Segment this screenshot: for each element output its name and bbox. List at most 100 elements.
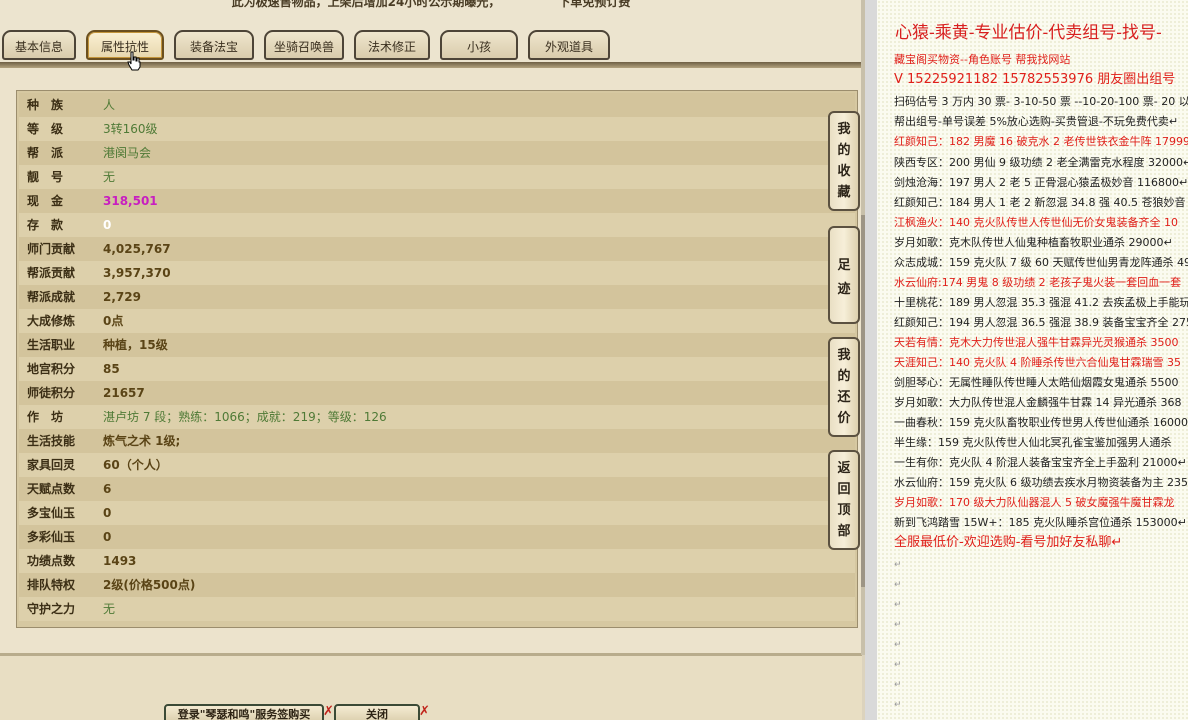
my-favorites-button[interactable]: 我的收藏 [828,111,860,211]
document-title: 心猿-乘黄-专业估价-代卖组号-找号- [895,23,1162,43]
table-row: 守护之力 无 [19,597,855,621]
paragraph-mark: ↵ [894,620,902,630]
row-value: 21657 [103,386,145,400]
row-label: 现 金 [27,194,64,208]
row-label: 帮 派 [27,146,64,160]
doc-line: 天若有情：克木大力传世混人强牛甘霖异光灵猴通杀 3500 [894,336,1179,349]
table-row: 作 坊 湛卢坊 7 段；熟练：1066；成就：219；等级：126 [19,405,855,429]
game-panel: 此为极速售物品，上架后增加24小时公示期曝光， 下单免预订费 基本信息 属性抗性 … [0,0,862,720]
row-value: 无 [103,602,116,616]
table-row: 现 金 318,501 [19,189,855,213]
tab-mount-summon[interactable]: 坐骑召唤兽 [264,30,344,60]
paragraph-mark: ↵ [894,640,902,650]
doc-line: 红颜知己：182 男魔 16 破克水 2 老传世铁衣金牛阵 17999↵ [894,135,1188,148]
register-service-button[interactable]: 登录"琴瑟和鸣"服务签购买 [164,704,324,720]
row-value: 0 [103,218,112,232]
row-value: 种植，15级 [103,338,168,352]
paragraph-mark: ↵ [894,600,902,610]
footprint-button[interactable]: 足迹 [828,226,860,324]
row-value: 4,025,767 [103,242,171,256]
top-notice-text: 此为极速售物品，上架后增加24小时公示期曝光， [231,0,501,9]
table-row: 师徒积分 21657 [19,381,855,405]
table-row: 生活技能 炼气之术 1级; [19,429,855,453]
back-to-top-label: 返回顶部 [837,461,851,539]
row-label: 多宝仙玉 [27,506,76,520]
doc-line: 半生缘：159 克火队传世人仙北冥孔雀宝鉴加强男人通杀 [894,436,1172,449]
table-row: 多宝仙玉 0 [19,501,855,525]
row-label: 守护之力 [27,602,76,616]
doc-line: 天涯知己：140 克火队 4 阶睡杀传世六合仙鬼甘霖瑞雪 35 [894,356,1181,369]
row-label: 等 级 [27,122,64,136]
table-row: 多彩仙玉 0 [19,525,855,549]
close-x-icon: ✗ [323,704,334,719]
doc-line: V 15225921182 15782553976 朋友圈出组号 [894,72,1176,87]
row-label: 排队特权 [27,578,76,592]
doc-line: 一曲春秋：159 克火队畜牧职业传世男人传世仙通杀 16000 [894,416,1188,429]
row-value: 无 [103,170,116,184]
row-label: 作 坊 [27,410,64,424]
window-gap [865,0,877,720]
row-value: 6 [103,482,112,496]
row-label: 帮派成就 [27,290,76,304]
row-label: 地宫积分 [27,362,76,376]
table-row: 家具回灵 60（个人） [19,453,855,477]
tab-basic-info[interactable]: 基本信息 [2,30,76,60]
paragraph-mark: ↵ [894,680,902,690]
doc-line: 水云仙府:174 男鬼 8 级功绩 2 老孩子鬼火装一套回血一套 [894,276,1182,289]
table-row: 天赋点数 6 [19,477,855,501]
row-label: 靓 号 [27,170,64,184]
row-value: 炼气之术 1级; [103,434,181,448]
row-label: 家具回灵 [27,458,76,472]
basic-info-table: 种 族 人 等 级 3转160级 帮 派 港阕马会 靓 号 无 现 金 318,… [16,90,858,628]
row-label: 种 族 [27,98,64,112]
row-value: 0点 [103,314,124,328]
doc-line: 岁月如歌：大力队传世混人金麟强牛甘霖 14 异光通杀 368 [894,396,1182,409]
paragraph-mark: ↵ [894,660,902,670]
doc-line: 红颜知己：184 男人 1 老 2 新忽混 34.8 强 40.5 苍狼妙音 2… [894,196,1188,209]
row-label: 师门贡献 [27,242,76,256]
close-button[interactable]: 关闭 [334,704,420,720]
top-notice: 此为极速售物品，上架后增加24小时公示期曝光， 下单免预订费 [0,0,862,9]
doc-line: 新到飞鸿踏雪 15W+：185 克火队睡杀宫位通杀 153000↵ [894,516,1187,529]
table-row: 师门贡献 4,025,767 [19,237,855,261]
tab-appearance-items[interactable]: 外观道具 [528,30,610,60]
tab-equipment-treasure[interactable]: 装备法宝 [174,30,254,60]
row-value: 2级(价格500点) [103,578,196,592]
table-row: 功绩点数 1493 [19,549,855,573]
row-label: 天赋点数 [27,482,76,496]
table-row: 靓 号 无 [19,165,855,189]
doc-line: 十里桃花：189 男人忽混 35.3 强混 41.2 去疾孟极上手能玩 [894,296,1188,309]
bottom-area [0,656,862,720]
document-panel: 心猿-乘黄-专业估价-代卖组号-找号- 藏宝阁买物资--角色账号 帮我找网站 V… [877,0,1188,720]
my-counter-offer-button[interactable]: 我的还价 [828,337,860,437]
tab-attribute-resistance[interactable]: 属性抗性 [86,30,164,60]
doc-line: 岁月如歌：170 级大力队仙器混人 5 破女魔强牛魔甘霖龙 [894,496,1175,509]
doc-line: 众志成城：159 克火队 7 级 60 天赋传世仙男青龙阵通杀 49 [894,256,1188,269]
tab-spell-correction[interactable]: 法术修正 [354,30,430,60]
row-value: 港阕马会 [103,146,152,160]
document-page: 心猿-乘黄-专业估价-代卖组号-找号- 藏宝阁买物资--角色账号 帮我找网站 V… [877,0,1188,720]
doc-line: 帮出组号-单号误差 5%放心选购-买贵管退-不玩免费代卖↵ [894,115,1179,128]
row-label: 师徒积分 [27,386,76,400]
doc-line: 全服最低价-欢迎选购-看号加好友私聊↵ [894,535,1123,550]
tab-child[interactable]: 小孩 [440,30,518,60]
top-notice-text-2: 下单免预订费 [558,0,631,9]
doc-line: 剑胆琴心：无属性睡队传世睡人太皓仙烟霞女鬼通杀 5500 [894,376,1179,389]
table-row: 帮 派 港阕马会 [19,141,855,165]
table-row: 大成修炼 0点 [19,309,855,333]
row-label: 多彩仙玉 [27,530,76,544]
paragraph-mark: ↵ [894,580,902,590]
row-value: 3,957,370 [103,266,171,280]
table-row: 生活职业 种植，15级 [19,333,855,357]
paragraph-mark: ↵ [894,700,902,710]
footprint-label: 足迹 [837,258,851,297]
close-x-icon-2: ✗ [419,704,430,719]
back-to-top-button[interactable]: 返回顶部 [828,450,860,550]
row-value: 1493 [103,554,137,568]
doc-line: 扫码估号 3 万内 30 票- 3-10-50 票 --10-20-100 票-… [894,95,1188,108]
row-value: 85 [103,362,120,376]
doc-line: 陕西专区：200 男仙 9 级功绩 2 老全满雷克水程度 32000↵ [894,156,1188,169]
table-row: 帮派成就 2,729 [19,285,855,309]
doc-line: 剑烛沧海：197 男人 2 老 5 正骨混心猿孟极妙音 116800↵ [894,176,1188,189]
my-counter-offer-label: 我的还价 [837,348,851,426]
